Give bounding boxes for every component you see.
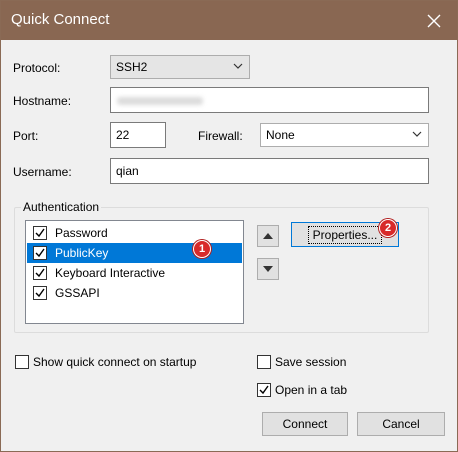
open-in-tab-checkbox[interactable] (257, 383, 271, 397)
port-value: 22 (116, 128, 130, 142)
checkbox[interactable] (33, 246, 47, 260)
firewall-label: Firewall: (198, 129, 243, 143)
authentication-methods-list[interactable]: Password PublicKey Keyboard Interactive … (25, 220, 244, 324)
annotation-badge-1: 1 (193, 240, 211, 258)
protocol-select[interactable]: SSH2 (110, 55, 250, 79)
protocol-value: SSH2 (116, 60, 148, 74)
show-quick-connect-label: Show quick connect on startup (33, 355, 197, 369)
list-item-gssapi[interactable]: GSSAPI (27, 283, 242, 303)
authentication-label: Authentication (21, 200, 102, 214)
firewall-value: None (266, 128, 295, 142)
redacted-hostname (117, 97, 203, 105)
method-label: GSSAPI (55, 286, 100, 300)
checkmark-icon (35, 228, 45, 238)
checkmark-icon (35, 248, 45, 258)
list-item-keyboard-interactive[interactable]: Keyboard Interactive (27, 263, 242, 283)
list-item-password[interactable]: Password (27, 223, 242, 243)
checkmark-icon (259, 385, 269, 395)
window-title: Quick Connect (11, 11, 110, 28)
show-quick-connect-checkbox[interactable] (15, 355, 29, 369)
hostname-label: Hostname: (13, 94, 72, 108)
move-up-button[interactable] (257, 225, 279, 247)
move-down-button[interactable] (257, 258, 279, 280)
checkmark-icon (35, 288, 45, 298)
username-value: qian (116, 164, 139, 178)
hostname-field[interactable] (110, 87, 429, 113)
properties-label: Properties... (307, 225, 383, 244)
save-session-label: Save session (275, 355, 347, 369)
method-label: PublicKey (55, 246, 109, 260)
checkbox[interactable] (33, 226, 47, 240)
checkbox[interactable] (33, 266, 47, 280)
method-label: Keyboard Interactive (55, 266, 166, 280)
connect-button[interactable]: Connect (262, 412, 348, 436)
username-field[interactable]: qian (110, 158, 429, 184)
protocol-label: Protocol: (13, 61, 61, 75)
method-label: Password (55, 226, 108, 240)
save-session-checkbox[interactable] (257, 355, 271, 369)
triangle-up-icon (263, 233, 273, 239)
port-field[interactable]: 22 (110, 122, 166, 148)
triangle-down-icon (263, 266, 273, 272)
port-label: Port: (13, 129, 39, 143)
quick-connect-dialog: Quick Connect Protocol: SSH2 Hostname: P… (0, 0, 458, 452)
username-label: Username: (13, 165, 72, 179)
close-button[interactable] (411, 1, 457, 40)
close-icon (427, 14, 441, 27)
chevron-down-icon (412, 131, 422, 137)
title-bar: Quick Connect (1, 1, 457, 40)
checkmark-icon (35, 268, 45, 278)
chevron-down-icon (233, 63, 243, 69)
open-in-tab-label: Open in a tab (275, 383, 348, 397)
annotation-badge-2: 2 (379, 219, 397, 237)
checkbox[interactable] (33, 286, 47, 300)
cancel-button[interactable]: Cancel (357, 412, 445, 436)
firewall-select[interactable]: None (260, 123, 429, 147)
